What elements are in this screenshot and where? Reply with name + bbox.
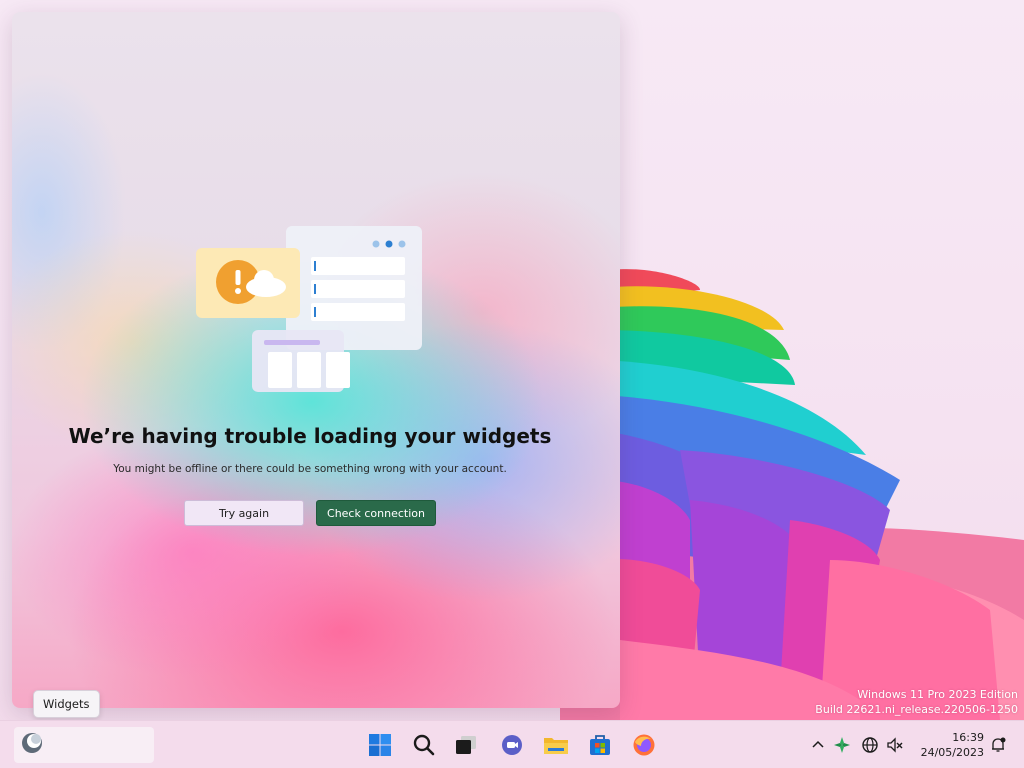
network-globe-icon[interactable] <box>860 735 880 755</box>
firefox-icon[interactable] <box>628 729 660 761</box>
clock[interactable]: 16:39 24/05/2023 <box>914 730 984 760</box>
microsoft-store-icon[interactable] <box>584 729 616 761</box>
watermark-edition: Windows 11 Pro 2023 Edition <box>857 688 1018 701</box>
task-view-icon[interactable] <box>450 729 482 761</box>
notification-bell-icon[interactable] <box>988 735 1008 755</box>
file-explorer-icon[interactable] <box>540 729 572 761</box>
try-again-button[interactable]: Try again <box>184 500 304 526</box>
error-title: We’re having trouble loading your widget… <box>68 424 552 448</box>
widgets-icon <box>20 731 44 759</box>
widgets-button[interactable] <box>14 727 154 763</box>
search-icon[interactable] <box>408 729 440 761</box>
taskbar: 16:39 24/05/2023 <box>0 720 1024 768</box>
app-tray-icon[interactable] <box>832 735 852 755</box>
tooltip-text: Widgets <box>43 697 90 711</box>
check-connection-button[interactable]: Check connection <box>316 500 436 526</box>
volume-muted-icon[interactable] <box>885 735 905 755</box>
widgets-panel: We’re having trouble loading your widget… <box>12 12 620 708</box>
chevron-up-icon[interactable] <box>808 735 828 755</box>
watermark-build: Build 22621.ni_release.220506-1250 <box>815 703 1018 716</box>
windows-watermark: Windows 11 Pro 2023 Edition Build 22621.… <box>815 687 1018 717</box>
widgets-error-illustration <box>196 226 422 392</box>
teams-chat-icon[interactable] <box>496 729 528 761</box>
start-icon[interactable] <box>364 729 396 761</box>
error-message: You might be offline or there could be s… <box>113 463 507 475</box>
widgets-tooltip: Widgets <box>33 690 100 718</box>
clock-date: 24/05/2023 <box>920 746 984 759</box>
clock-time: 16:39 <box>952 731 984 744</box>
